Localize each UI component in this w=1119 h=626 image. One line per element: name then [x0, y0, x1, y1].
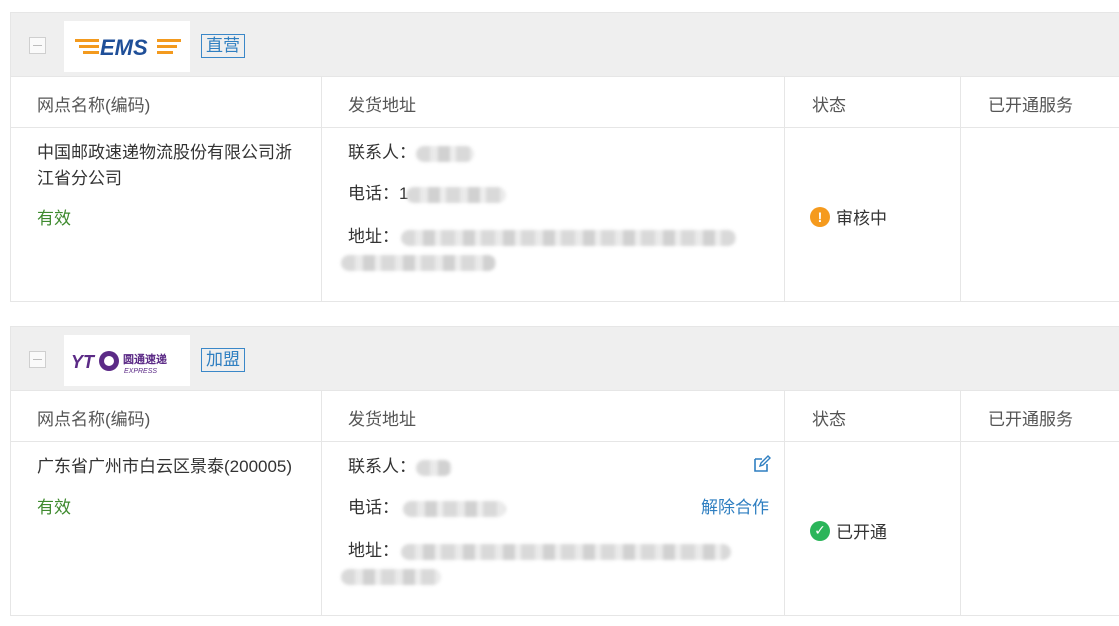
- exclamation-icon: !: [810, 206, 830, 227]
- branch-card-ems: EMS 直营 网点名称(编码) 发货地址 状态 已开通服务 中国邮政速递物流股份…: [10, 12, 1119, 302]
- collapse-toggle[interactable]: [29, 37, 46, 54]
- address-redacted: [401, 544, 731, 560]
- divider: [784, 391, 785, 615]
- divider: [960, 77, 961, 301]
- tag-franchise: 加盟: [201, 348, 245, 372]
- validity-status: 有效: [37, 209, 71, 228]
- col-status-header: 状态: [812, 96, 846, 115]
- divider: [784, 77, 785, 301]
- card-header: YT 圆通速递 EXPRESS 加盟: [11, 327, 1119, 391]
- branch-name: 中国邮政速递物流股份有限公司浙 江省分公司: [37, 143, 292, 188]
- branch-name: 广东省广州市白云区景泰(200005): [37, 457, 293, 476]
- yto-logo-icon: YT 圆通速递 EXPRESS: [71, 350, 167, 375]
- col-services-header: 已开通服务: [988, 410, 1073, 429]
- ems-logo: EMS: [64, 21, 190, 72]
- svg-text:EXPRESS: EXPRESS: [124, 368, 157, 375]
- ems-logo-icon: EMS: [75, 35, 181, 60]
- col-address-header: 发货地址: [348, 410, 416, 429]
- status-activated: ✓ 已开通: [810, 518, 887, 543]
- contact-label: 联系人：: [348, 457, 416, 476]
- contact-label: 联系人：: [348, 143, 416, 162]
- yto-logo: YT 圆通速递 EXPRESS: [64, 335, 190, 386]
- divider: [321, 77, 322, 301]
- divider: [321, 391, 322, 615]
- col-status-header: 状态: [812, 410, 846, 429]
- address-label: 地址：: [348, 227, 399, 246]
- phone-redacted: [406, 187, 506, 203]
- phone-redacted: [403, 501, 506, 517]
- edit-icon[interactable]: [752, 454, 772, 474]
- check-icon: ✓: [810, 520, 830, 541]
- col-services-header: 已开通服务: [988, 96, 1073, 115]
- phone-label: 电话：: [348, 498, 399, 517]
- svg-text:EMS: EMS: [100, 35, 148, 60]
- svg-text:圆通速递: 圆通速递: [123, 352, 167, 366]
- tag-direct: 直营: [201, 34, 245, 58]
- col-name-header: 网点名称(编码): [37, 96, 151, 115]
- divider: [960, 391, 961, 615]
- branch-card-yto: YT 圆通速递 EXPRESS 加盟 网点名称(编码) 发货地址 状态 已开通服…: [10, 326, 1119, 616]
- column-header-row: 网点名称(编码) 发货地址 状态 已开通服务: [11, 77, 1119, 128]
- collapse-toggle[interactable]: [29, 351, 46, 368]
- col-name-header: 网点名称(编码): [37, 410, 151, 429]
- column-header-row: 网点名称(编码) 发货地址 状态 已开通服务: [11, 391, 1119, 442]
- col-address-header: 发货地址: [348, 96, 416, 115]
- phone-label: 电话：1: [348, 184, 409, 203]
- contact-redacted: [416, 146, 474, 162]
- address-label: 地址：: [348, 541, 399, 560]
- address-redacted-line2: [341, 255, 496, 271]
- unbind-cooperation-link[interactable]: 解除合作: [701, 495, 769, 521]
- address-redacted-line2: [341, 569, 441, 585]
- svg-text:YT: YT: [71, 352, 96, 372]
- address-redacted: [401, 230, 736, 246]
- status-reviewing: ! 审核中: [810, 204, 887, 229]
- validity-status: 有效: [37, 498, 71, 517]
- contact-redacted: [416, 460, 452, 476]
- card-header: EMS 直营: [11, 13, 1119, 77]
